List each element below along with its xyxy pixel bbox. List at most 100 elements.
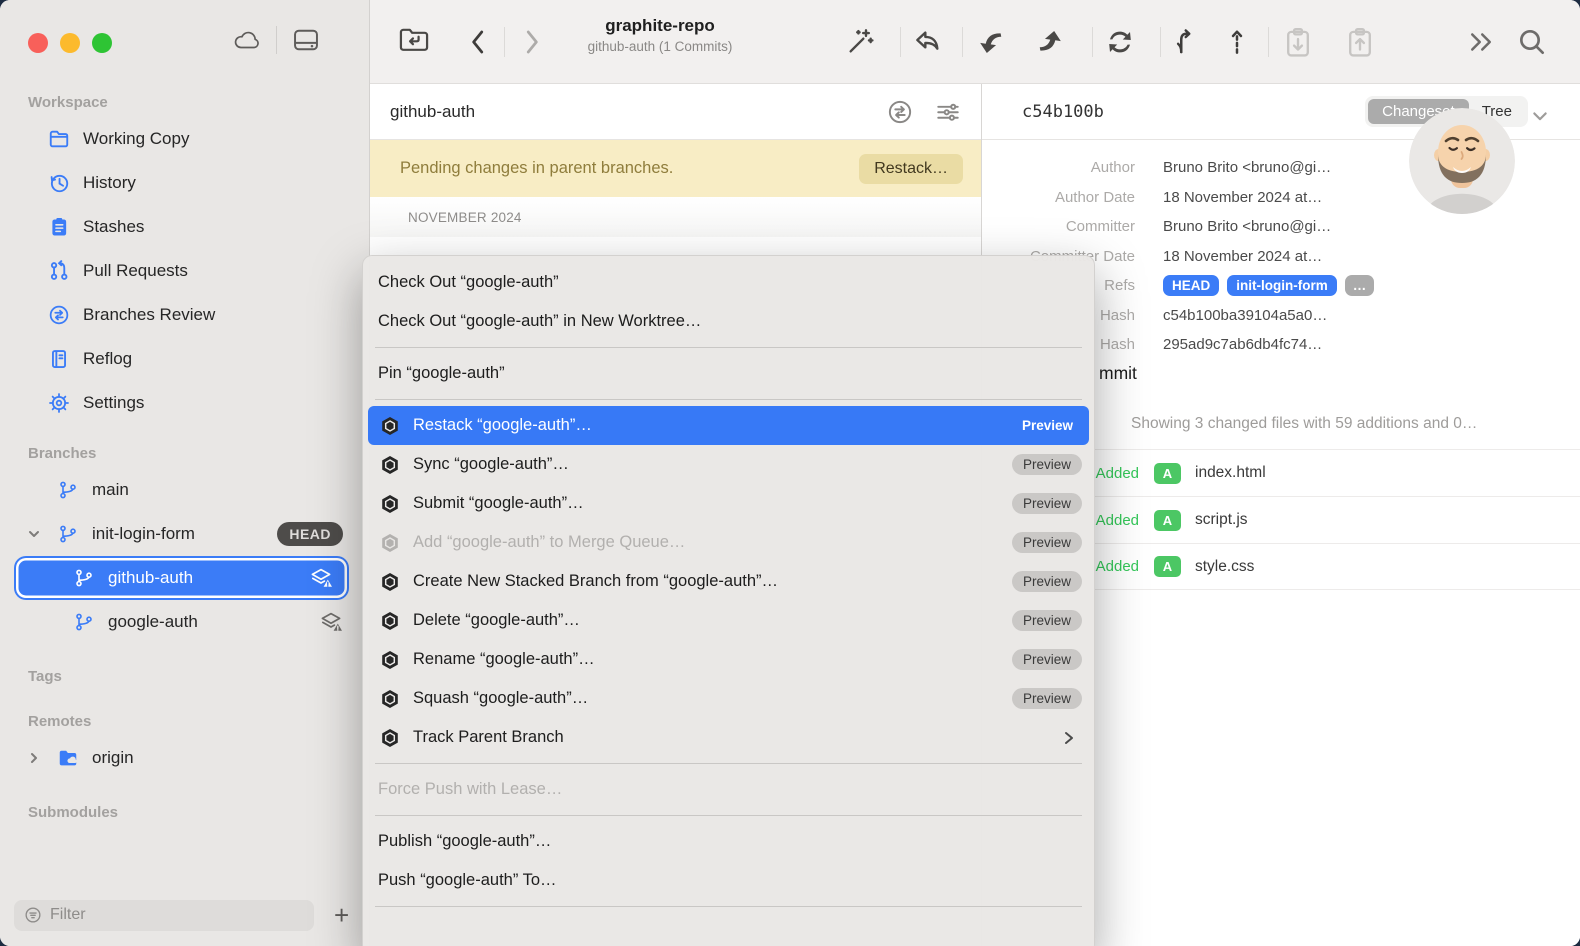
commit-icon[interactable] — [1222, 26, 1252, 58]
add-repo-button[interactable]: + — [334, 902, 349, 928]
sidebar-branch-init-login-form[interactable]: init-login-form HEAD — [0, 512, 369, 556]
stash-pop-icon[interactable] — [1344, 26, 1376, 60]
titlebar-separator — [276, 26, 277, 54]
sliders-icon[interactable] — [935, 99, 961, 125]
back-icon[interactable] — [467, 27, 489, 57]
branch-label: google-auth — [108, 612, 307, 632]
menu-separator — [375, 763, 1082, 764]
pending-changes-banner: Pending changes in parent branches. Rest… — [370, 140, 981, 197]
menu-item-submit[interactable]: Submit “google-auth”… Preview — [363, 484, 1094, 523]
filter-input[interactable]: Filter — [14, 900, 314, 931]
ref-badge-init-login-form[interactable]: init-login-form — [1227, 275, 1336, 296]
sidebar-branch-github-auth-selected[interactable]: github-auth — [16, 558, 347, 598]
added-badge: A — [1154, 463, 1181, 484]
drive-icon[interactable] — [291, 26, 321, 54]
sidebar-item-history[interactable]: History — [0, 161, 369, 205]
sidebar-branch-main[interactable]: main — [0, 468, 369, 512]
search-icon[interactable] — [1516, 26, 1548, 58]
traffic-lights — [28, 33, 112, 53]
compare-circle-icon[interactable] — [887, 99, 913, 125]
close-window-button[interactable] — [28, 33, 48, 53]
remote-cloud-folder-icon — [56, 747, 80, 769]
reflog-book-icon — [47, 348, 71, 370]
preview-badge: Preview — [1012, 649, 1082, 670]
sidebar-item-settings[interactable]: Settings — [0, 381, 369, 425]
minimize-window-button[interactable] — [60, 33, 80, 53]
gear-icon — [47, 392, 71, 414]
sidebar-item-label: Settings — [83, 393, 343, 413]
workspace-folder-icon[interactable] — [397, 24, 431, 56]
branch-label: init-login-form — [92, 524, 265, 544]
submodules-section-header: Submodules — [0, 780, 369, 827]
added-badge: A — [1154, 556, 1181, 577]
menu-item-force-push-lease[interactable]: Force Push with Lease… — [363, 770, 1094, 809]
git-branch-icon — [56, 480, 80, 500]
toolbar-separator — [1160, 27, 1161, 57]
detail-row-committer: Committer Bruno Brito <bruno@gi… — [982, 212, 1580, 242]
graphite-icon — [378, 687, 402, 711]
toolbar-title-block: graphite-repo github-auth (1 Commits) — [540, 16, 780, 54]
menu-item-checkout[interactable]: Check Out “google-auth” — [363, 263, 1094, 302]
filter-placeholder: Filter — [50, 906, 86, 924]
menu-item-create-stacked-branch[interactable]: Create New Stacked Branch from “google-a… — [363, 562, 1094, 601]
branch-icon[interactable] — [1170, 26, 1200, 58]
menu-item-rename[interactable]: Rename “google-auth”… Preview — [363, 640, 1094, 679]
push-icon[interactable] — [1035, 26, 1067, 58]
graphite-icon — [378, 570, 402, 594]
stack-warning-icon — [309, 566, 333, 590]
sidebar-remote-origin[interactable]: origin — [0, 736, 369, 780]
preview-badge: Preview — [1012, 493, 1082, 514]
git-branch-icon — [56, 524, 80, 544]
sidebar-item-pull-requests[interactable]: Pull Requests — [0, 249, 369, 293]
more-icon[interactable] — [1466, 30, 1496, 54]
cloud-icon[interactable] — [232, 27, 262, 53]
menu-item-restack[interactable]: Restack “google-auth”… Preview — [368, 406, 1089, 445]
sidebar-item-branches-review[interactable]: Branches Review — [0, 293, 369, 337]
workspace-section-header: Workspace — [0, 80, 369, 117]
zoom-window-button[interactable] — [92, 33, 112, 53]
graphite-icon — [378, 453, 402, 477]
menu-separator — [375, 347, 1082, 348]
remote-label: origin — [92, 748, 343, 768]
menu-item-checkout-worktree[interactable]: Check Out “google-auth” in New Worktree… — [363, 302, 1094, 341]
chevron-right-icon[interactable] — [24, 751, 44, 765]
sidebar-item-label: Working Copy — [83, 129, 343, 149]
toolbar: graphite-repo github-auth (1 Commits) — [370, 0, 1580, 84]
commit-short-hash: c54b100b — [1022, 102, 1104, 122]
sidebar-item-working-copy[interactable]: Working Copy — [0, 117, 369, 161]
fetch-icon[interactable] — [1104, 26, 1136, 58]
sidebar-branch-google-auth[interactable]: google-auth — [0, 600, 369, 644]
menu-item-pin[interactable]: Pin “google-auth” — [363, 354, 1094, 393]
pull-icon[interactable] — [974, 26, 1006, 58]
menu-item-squash[interactable]: Squash “google-auth”… Preview — [363, 679, 1094, 718]
preview-badge: Preview — [1012, 532, 1082, 553]
toolbar-separator — [900, 27, 901, 57]
stash-icon[interactable] — [1282, 26, 1314, 60]
undo-icon[interactable] — [912, 26, 944, 58]
app-root: Workspace Working Copy History Stashes P… — [0, 0, 1580, 946]
menu-item-track-parent-branch[interactable]: Track Parent Branch — [363, 718, 1094, 757]
sidebar-filter-bar: Filter + — [0, 884, 369, 946]
ref-badge-head[interactable]: HEAD — [1163, 275, 1219, 296]
collapse-details-chevron-icon[interactable] — [1530, 106, 1550, 126]
menu-item-publish[interactable]: Publish “google-auth”… — [363, 822, 1094, 861]
sidebar-item-stashes[interactable]: Stashes — [0, 205, 369, 249]
sidebar-item-reflog[interactable]: Reflog — [0, 337, 369, 381]
menu-item-add-merge-queue[interactable]: Add “google-auth” to Merge Queue… Previe… — [363, 523, 1094, 562]
branches-review-icon — [47, 304, 71, 326]
files-summary: Showing 3 changed files with 59 addition… — [1131, 415, 1477, 433]
folder-icon — [47, 128, 71, 150]
menu-item-delete[interactable]: Delete “google-auth”… Preview — [363, 601, 1094, 640]
menu-item-sync[interactable]: Sync “google-auth”… Preview — [363, 445, 1094, 484]
menu-separator — [375, 399, 1082, 400]
graphite-icon — [378, 492, 402, 516]
ref-badge-more[interactable]: … — [1345, 275, 1375, 296]
restack-button[interactable]: Restack… — [859, 154, 963, 184]
branches-section-header: Branches — [0, 425, 369, 468]
quick-launch-wand-icon[interactable] — [844, 26, 876, 58]
menu-item-push-to[interactable]: Push “google-auth” To… — [363, 861, 1094, 900]
stack-warning-icon — [319, 610, 343, 634]
branch-panel-header: github-auth — [370, 84, 981, 140]
graphite-icon — [378, 414, 402, 438]
chevron-down-icon[interactable] — [24, 527, 44, 541]
